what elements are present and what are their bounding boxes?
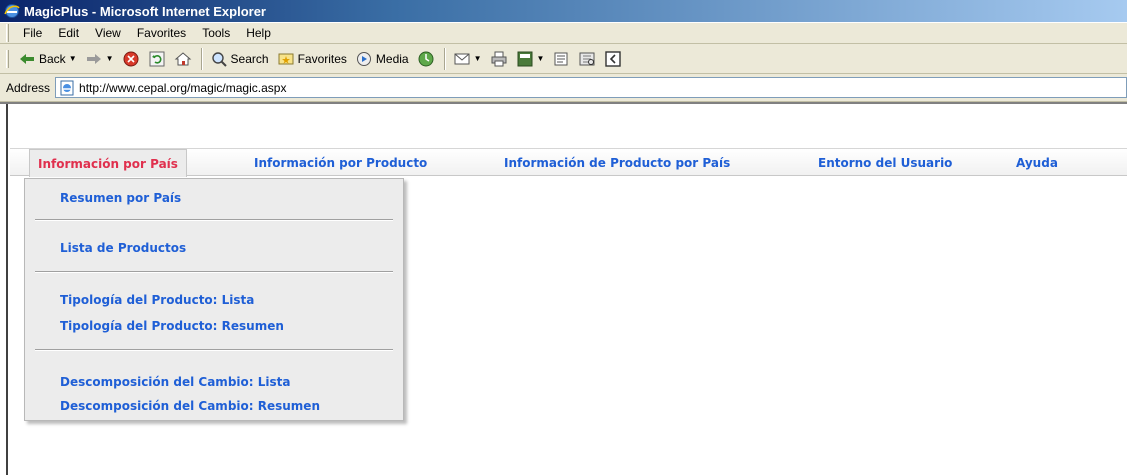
search-button[interactable]: Search: [207, 47, 272, 71]
standard-toolbar: Back ▼ ▼ Search Favorites Media ▼ ▼: [0, 44, 1127, 74]
refresh-button[interactable]: [145, 47, 169, 71]
print-icon: [491, 51, 507, 66]
window-title: MagicPlus - Microsoft Internet Explorer: [24, 3, 266, 19]
history-button[interactable]: [414, 47, 438, 71]
chevron-down-icon[interactable]: ▼: [537, 54, 545, 63]
chevron-down-icon[interactable]: ▼: [474, 54, 482, 63]
chevron-down-icon[interactable]: ▼: [69, 54, 77, 63]
forward-arrow-icon: [86, 53, 101, 64]
page-icon: [60, 80, 74, 95]
back-arrow-icon: [20, 53, 34, 64]
dropdown-item-descomposicion-lista[interactable]: Descomposición del Cambio: Lista: [60, 375, 290, 389]
address-label: Address: [6, 80, 51, 95]
mail-icon: [454, 53, 470, 64]
home-icon: [174, 51, 191, 65]
address-input[interactable]: http://www.cepal.org/magic/magic.aspx: [55, 77, 1127, 98]
search-label: Search: [230, 51, 269, 66]
media-label: Media: [375, 51, 409, 66]
stop-button[interactable]: [119, 47, 143, 71]
edit-button[interactable]: ▼: [513, 47, 548, 71]
menu-file[interactable]: File: [15, 26, 50, 40]
nav-entorno-del-usuario[interactable]: Entorno del Usuario: [810, 149, 960, 177]
refresh-icon: [149, 51, 165, 66]
dropdown-item-descomposicion-resumen[interactable]: Descomposición del Cambio: Resumen: [60, 399, 320, 413]
menu-edit[interactable]: Edit: [50, 26, 87, 40]
chevron-down-icon[interactable]: ▼: [106, 54, 114, 63]
edit-icon: [517, 51, 533, 66]
discuss-button[interactable]: [549, 47, 573, 71]
dropdown-item-tipologia-resumen[interactable]: Tipología del Producto: Resumen: [60, 319, 284, 333]
dropdown-separator: [35, 219, 393, 221]
menu-view[interactable]: View: [87, 26, 129, 40]
dropdown-item-tipologia-lista[interactable]: Tipología del Producto: Lista: [60, 293, 254, 307]
print-button[interactable]: [487, 47, 511, 71]
window-title-bar[interactable]: MagicPlus - Microsoft Internet Explorer: [0, 0, 1127, 22]
discuss-icon: [554, 52, 568, 65]
nav-informacion-por-pais[interactable]: Información por País: [29, 149, 187, 177]
favorites-button[interactable]: Favorites: [274, 47, 350, 71]
favorites-icon: [278, 53, 294, 64]
back-label: Back: [39, 51, 66, 66]
research-button[interactable]: [575, 47, 599, 71]
toolbar-grip[interactable]: [6, 49, 9, 68]
toolbar-separator: [443, 47, 446, 70]
site-navigation-bar: Información por País Información por Pro…: [10, 148, 1127, 177]
nav-informacion-por-producto[interactable]: Información por Producto: [246, 149, 435, 177]
address-url: http://www.cepal.org/magic/magic.aspx: [79, 80, 287, 95]
history-icon: [418, 51, 434, 66]
media-button[interactable]: Media: [352, 47, 412, 71]
ie-icon: [4, 4, 20, 18]
home-button[interactable]: [171, 47, 195, 71]
informacion-por-pais-dropdown: Resumen por País Lista de Productos Tipo…: [24, 178, 404, 421]
dropdown-separator: [35, 349, 393, 351]
mail-button[interactable]: ▼: [450, 47, 485, 71]
back-button[interactable]: Back ▼: [15, 47, 80, 71]
research-icon: [579, 52, 595, 65]
forward-button[interactable]: ▼: [82, 47, 117, 71]
dropdown-item-lista-de-productos[interactable]: Lista de Productos: [60, 241, 186, 255]
dropdown-item-resumen-por-pais[interactable]: Resumen por País: [60, 191, 181, 205]
search-icon: [211, 51, 227, 67]
menubar-grip[interactable]: [6, 24, 9, 42]
toolbar-separator: [200, 47, 203, 70]
media-icon: [356, 51, 371, 66]
nav-ayuda[interactable]: Ayuda: [1008, 149, 1066, 177]
address-bar: Address http://www.cepal.org/magic/magic…: [0, 74, 1127, 102]
menu-help[interactable]: Help: [238, 26, 279, 40]
dropdown-separator: [35, 271, 393, 273]
nav-informacion-de-producto-por-pais[interactable]: Información de Producto por País: [496, 149, 738, 177]
page-left-border: [6, 104, 8, 475]
menu-favorites[interactable]: Favorites: [129, 26, 194, 40]
messenger-icon: [605, 50, 622, 67]
stop-icon: [123, 51, 139, 66]
favorites-label: Favorites: [297, 51, 347, 66]
menu-bar: File Edit View Favorites Tools Help: [0, 22, 1127, 44]
menu-tools[interactable]: Tools: [194, 26, 238, 40]
messenger-button[interactable]: [601, 47, 625, 71]
